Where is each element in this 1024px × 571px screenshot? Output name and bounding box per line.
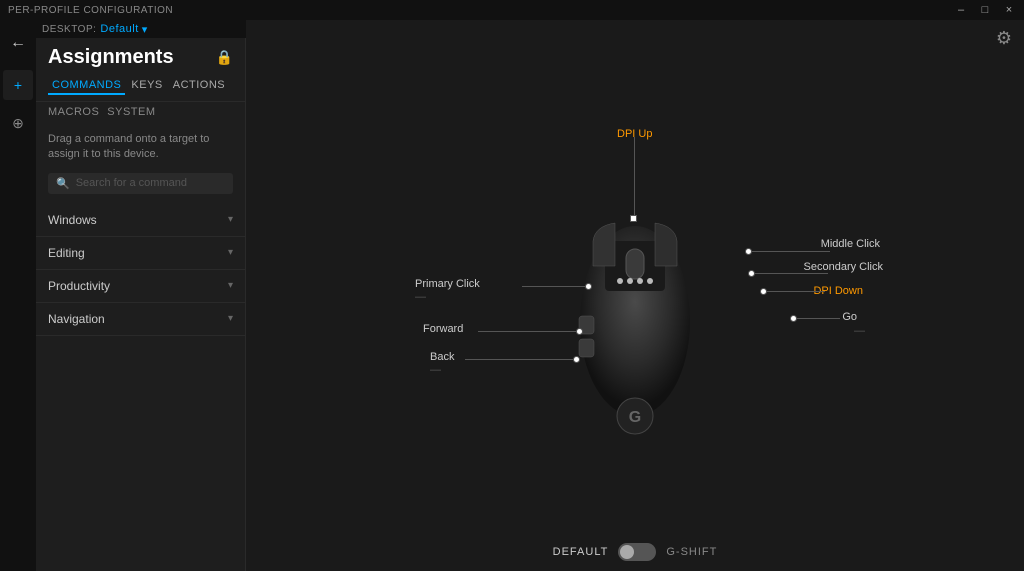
dpi-down-label: DPI Down <box>813 283 863 297</box>
back-dot <box>573 356 580 363</box>
secondary-click-dot <box>748 270 755 277</box>
chevron-down-icon: ▾ <box>228 214 233 225</box>
middle-click-line <box>750 251 830 252</box>
go-dot <box>790 315 797 322</box>
chevron-down-icon: ▾ <box>228 247 233 258</box>
forward-label: Forward <box>423 321 463 335</box>
profile-prefix: DESKTOP: <box>42 24 96 35</box>
app-container: ← + ⊕ DESKTOP: Default ▾ Assignments 🔒 C… <box>0 20 1024 571</box>
ellipsis-back: — <box>430 362 441 376</box>
ellipsis-right: — <box>854 323 865 337</box>
back-button[interactable]: ← <box>3 28 33 58</box>
back-label: Back <box>430 349 454 363</box>
gshift-label: G-SHIFT <box>666 546 717 558</box>
categories-list: Windows ▾ Editing ▾ Productivity ▾ Navig… <box>36 204 245 571</box>
go-line <box>795 318 840 319</box>
tab-actions[interactable]: ACTIONS <box>169 77 229 95</box>
forward-line <box>478 331 578 332</box>
forward-dot <box>576 328 583 335</box>
dpi-up-dot <box>630 215 637 222</box>
sub-tabs: MACROS SYSTEM <box>36 102 245 122</box>
tab-commands[interactable]: COMMANDS <box>48 77 125 95</box>
category-productivity[interactable]: Productivity ▾ <box>36 270 245 303</box>
mode-toggle[interactable] <box>618 543 656 561</box>
secondary-click-line <box>753 273 828 274</box>
subtab-macros[interactable]: MACROS <box>48 106 99 118</box>
secondary-click-label: Secondary Click <box>804 259 883 273</box>
subtab-system[interactable]: SYSTEM <box>107 106 155 118</box>
category-navigation[interactable]: Navigation ▾ <box>36 303 245 336</box>
gear-button[interactable]: ⚙ <box>996 28 1012 49</box>
primary-click-dot <box>585 283 592 290</box>
dpi-down-dot <box>760 288 767 295</box>
go-label: Go <box>842 309 857 323</box>
move-button[interactable]: ⊕ <box>3 108 33 138</box>
icon-rail: ← + ⊕ <box>0 20 36 571</box>
category-windows[interactable]: Windows ▾ <box>36 204 245 237</box>
search-icon: 🔍 <box>56 177 70 190</box>
maximize-button[interactable]: □ <box>978 4 992 16</box>
chevron-down-icon: ▾ <box>228 313 233 324</box>
title-bar: PER-PROFILE CONFIGURATION – □ × <box>0 0 1024 20</box>
config-label: PER-PROFILE CONFIGURATION <box>8 5 173 16</box>
dpi-up-line <box>634 137 635 217</box>
search-input[interactable] <box>76 177 225 189</box>
lock-icon: 🔒 <box>216 49 233 66</box>
minimize-button[interactable]: – <box>954 4 968 16</box>
mouse-container: G DPI Up Middle Click <box>246 70 1024 531</box>
default-label: DEFAULT <box>553 546 609 558</box>
tab-keys[interactable]: KEYS <box>127 77 166 95</box>
dpi-down-line <box>765 291 825 292</box>
sidebar: DESKTOP: Default ▾ Assignments 🔒 COMMAND… <box>36 20 246 571</box>
primary-click-line <box>522 286 587 287</box>
sidebar-title: Assignments <box>48 46 174 69</box>
middle-click-dot <box>745 248 752 255</box>
add-button[interactable]: + <box>3 70 33 100</box>
middle-click-label: Middle Click <box>821 236 880 250</box>
close-button[interactable]: × <box>1002 4 1016 16</box>
search-wrapper: 🔍 <box>48 173 233 194</box>
main-area: ⚙ <box>246 20 1024 571</box>
window-controls: – □ × <box>954 4 1016 16</box>
chevron-down-icon: ▾ <box>228 280 233 291</box>
category-editing[interactable]: Editing ▾ <box>36 237 245 270</box>
drag-hint: Drag a command onto a target to assign i… <box>36 122 245 169</box>
toggle-knob <box>620 545 634 559</box>
svg-text:G: G <box>629 409 641 426</box>
bottom-bar: DEFAULT G-SHIFT <box>246 543 1024 561</box>
primary-click-label: Primary Click <box>415 276 480 290</box>
sidebar-header: Assignments 🔒 <box>36 46 245 77</box>
back-line <box>465 359 575 360</box>
desktop-select[interactable]: Default ▾ <box>100 23 147 36</box>
tabs: COMMANDS KEYS ACTIONS <box>36 77 245 102</box>
ellipsis-primary: — <box>415 289 426 303</box>
